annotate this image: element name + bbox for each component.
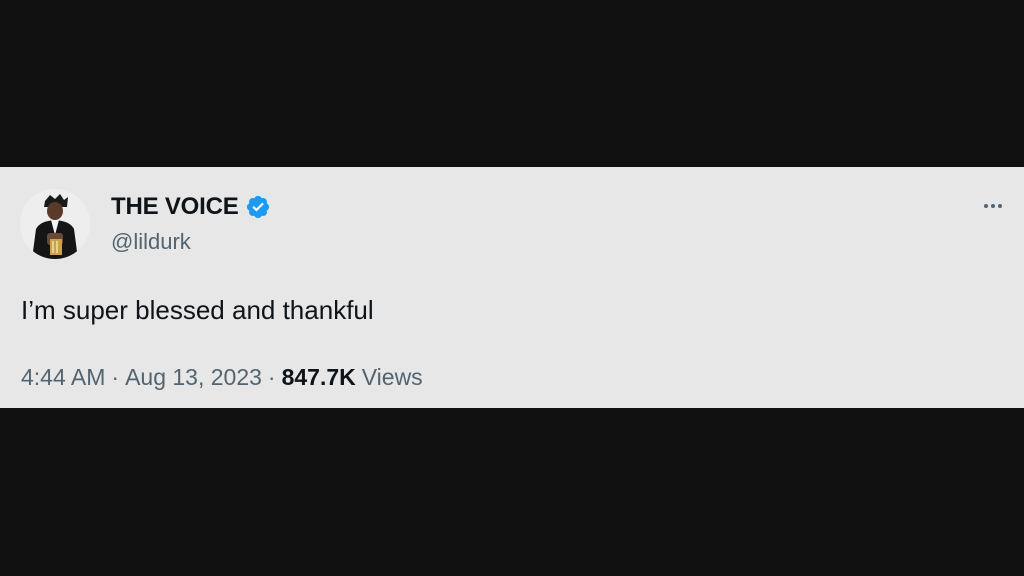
more-horizontal-icon — [991, 204, 995, 208]
avatar[interactable] — [20, 189, 90, 259]
verified-badge-icon — [245, 194, 271, 220]
tweet-card: THE VOICE @lildurk I’m super blessed and… — [0, 167, 1024, 408]
meta-separator: · — [111, 364, 120, 390]
more-horizontal-icon — [984, 204, 988, 208]
tweet-time[interactable]: 4:44 AM — [21, 364, 105, 391]
views-count: 847.7K — [281, 364, 356, 390]
user-handle[interactable]: @lildurk — [111, 229, 191, 255]
tweet-meta: 4:44 AM · Aug 13, 2023 · 847.7K Views — [21, 364, 423, 391]
display-name-row: THE VOICE — [111, 193, 271, 221]
more-horizontal-icon — [998, 204, 1002, 208]
tweet-text: I’m super blessed and thankful — [21, 295, 374, 325]
display-name[interactable]: THE VOICE — [111, 193, 239, 221]
meta-separator: · — [267, 364, 276, 390]
more-options-button[interactable] — [978, 195, 1008, 217]
views-label: Views — [361, 364, 423, 390]
avatar-photo — [20, 189, 90, 259]
tweet-date[interactable]: Aug 13, 2023 — [125, 364, 262, 391]
video-frame: THE VOICE @lildurk I’m super blessed and… — [0, 0, 1024, 576]
